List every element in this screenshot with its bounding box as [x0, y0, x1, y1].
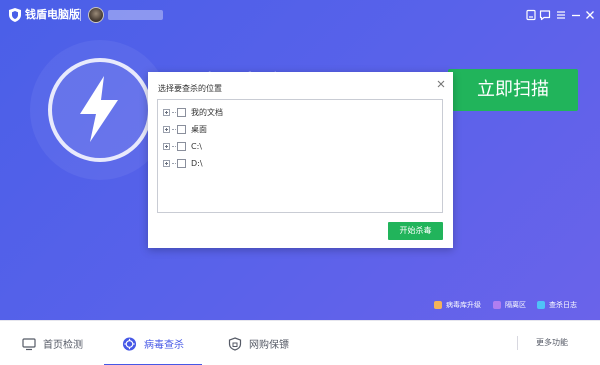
tool-label: 隔离区: [505, 301, 526, 309]
close-icon[interactable]: [436, 79, 446, 89]
tree-connector: [172, 111, 176, 113]
tool-scan-log[interactable]: 查杀日志: [537, 298, 577, 312]
monitor-icon: [22, 337, 36, 350]
tool-quarantine[interactable]: 隔离区: [493, 298, 526, 312]
tab-home-check[interactable]: 首页检测: [22, 321, 83, 365]
more-divider: [517, 336, 518, 350]
tree-item-drive-d[interactable]: D:\: [163, 157, 203, 169]
location-tree: 我的文档 桌面 C:\ D:\: [157, 99, 443, 213]
tree-checkbox[interactable]: [177, 141, 186, 151]
shopping-shield-icon: [228, 336, 242, 351]
tab-virus-scan[interactable]: 病毒查杀: [104, 321, 202, 365]
more-features-link[interactable]: 更多功能: [536, 336, 568, 350]
tool-virus-db-update[interactable]: 病毒库升级: [434, 298, 481, 312]
message-icon[interactable]: [539, 9, 551, 21]
bottom-nav: 首页检测 病毒查杀 网购保镖: [0, 320, 600, 365]
tree-connector: [172, 128, 176, 130]
tree-item-drive-c[interactable]: C:\: [163, 140, 202, 152]
tab-label: 网购保镖: [249, 340, 289, 351]
tab-label: 病毒查杀: [144, 340, 184, 351]
tree-item-label: 桌面: [191, 124, 207, 134]
scan-target-icon: [122, 336, 137, 351]
tree-checkbox[interactable]: [177, 124, 186, 134]
tree-connector: [172, 162, 176, 164]
quarantine-icon: [493, 301, 501, 309]
title-bar: 钱盾电脑版: [0, 0, 600, 30]
menu-icon[interactable]: [555, 9, 567, 21]
app-title: 钱盾电脑版: [25, 8, 80, 21]
tree-item-desktop[interactable]: 桌面: [163, 123, 207, 135]
tree-item-my-documents[interactable]: 我的文档: [163, 106, 223, 118]
shield-icon: [9, 8, 21, 22]
expand-icon[interactable]: [163, 142, 170, 150]
expand-icon[interactable]: [163, 108, 170, 116]
scan-log-icon: [537, 301, 545, 309]
tool-label: 查杀日志: [549, 301, 577, 309]
tree-item-label: D:\: [191, 158, 203, 168]
tool-label: 病毒库升级: [446, 301, 481, 309]
expand-icon[interactable]: [163, 125, 170, 133]
scan-now-button[interactable]: 立即扫描: [448, 69, 578, 111]
expand-icon[interactable]: [163, 159, 170, 167]
tree-connector: [172, 145, 176, 147]
tree-item-label: 我的文档: [191, 107, 223, 117]
virus-db-update-icon: [434, 301, 442, 309]
minimize-icon[interactable]: [570, 9, 582, 21]
avatar[interactable]: [88, 7, 104, 23]
dialog-title: 选择要查杀的位置: [158, 84, 222, 93]
tree-checkbox[interactable]: [177, 158, 186, 168]
window-icon[interactable]: [525, 9, 537, 21]
close-icon[interactable]: [584, 9, 596, 21]
tree-item-label: C:\: [191, 141, 202, 151]
username-redacted[interactable]: [108, 10, 163, 20]
title-divider: [80, 9, 81, 21]
tab-shopping-guard[interactable]: 网购保镖: [228, 321, 289, 365]
start-antivirus-button[interactable]: 开始杀毒: [388, 222, 443, 240]
tree-checkbox[interactable]: [177, 107, 186, 117]
tab-label: 首页检测: [43, 340, 83, 351]
lightning-bolt-icon: [80, 76, 118, 142]
select-location-dialog: 选择要查杀的位置 我的文档 桌面 C:\ D:\ 开始杀毒: [148, 72, 453, 248]
